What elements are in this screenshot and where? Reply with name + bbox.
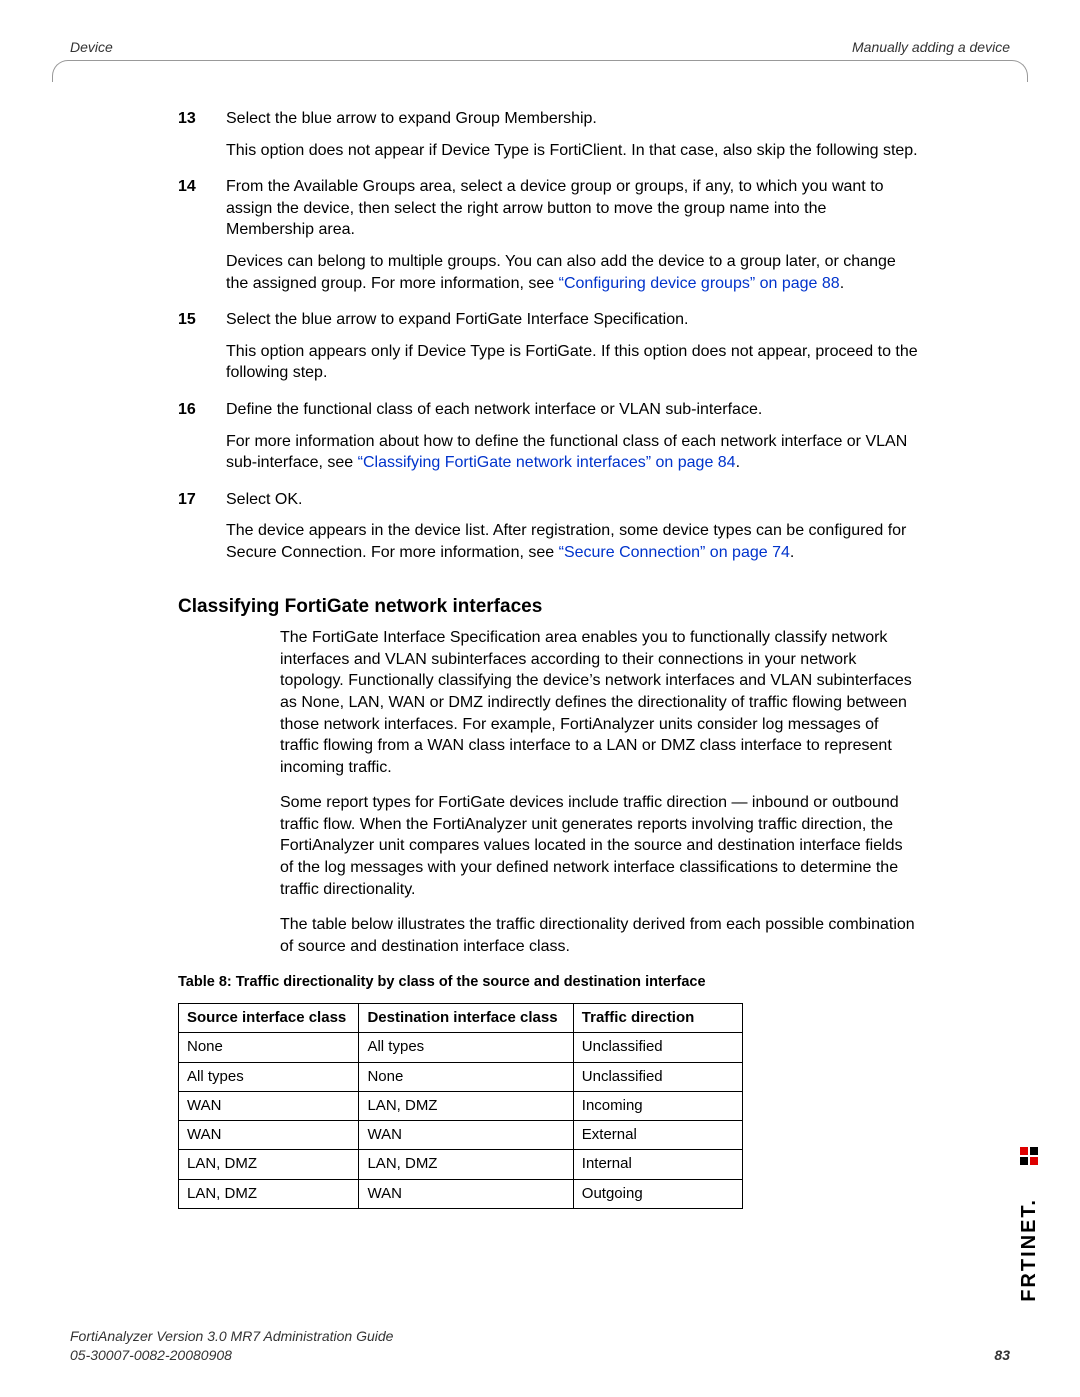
header-left: Device	[70, 38, 113, 57]
step-row: 15Select the blue arrow to expand FortiG…	[178, 309, 918, 394]
brand-logo: FRTINET.	[1018, 1102, 1040, 1302]
step-row: 14From the Available Groups area, select…	[178, 176, 918, 304]
table-row: WANWANExternal	[179, 1121, 743, 1150]
step-paragraph: From the Available Groups area, select a…	[226, 176, 918, 241]
step-paragraph: For more information about how to define…	[226, 431, 918, 474]
step-paragraph: Select OK.	[226, 489, 918, 511]
step-row: 16Define the functional class of each ne…	[178, 399, 918, 484]
table-cell: All types	[179, 1062, 359, 1091]
footer-line1: FortiAnalyzer Version 3.0 MR7 Administra…	[70, 1327, 393, 1346]
step-body: Select the blue arrow to expand Group Me…	[226, 108, 918, 171]
table-header-cell: Source interface class	[179, 1004, 359, 1033]
step-body: Define the functional class of each netw…	[226, 399, 918, 484]
section-paragraph: The table below illustrates the traffic …	[280, 914, 918, 957]
step-paragraph: The device appears in the device list. A…	[226, 520, 918, 563]
table-cell: WAN	[179, 1121, 359, 1150]
table-cell: LAN, DMZ	[179, 1179, 359, 1208]
step-body: From the Available Groups area, select a…	[226, 176, 918, 304]
table-cell: All types	[359, 1033, 573, 1062]
table-caption: Table 8: Traffic directionality by class…	[178, 973, 810, 993]
header-right: Manually adding a device	[852, 38, 1010, 57]
table-cell: Internal	[573, 1150, 742, 1179]
step-body: Select the blue arrow to expand FortiGat…	[226, 309, 918, 394]
table-cell: External	[573, 1121, 742, 1150]
table-header-cell: Traffic direction	[573, 1004, 742, 1033]
step-paragraph: Select the blue arrow to expand Group Me…	[226, 108, 918, 130]
table-cell: WAN	[359, 1179, 573, 1208]
cross-reference-link[interactable]: “Classifying FortiGate network interface…	[358, 454, 736, 471]
step-body: Select OK. The device appears in the devi…	[226, 489, 918, 574]
step-paragraph: This option does not appear if Device Ty…	[226, 140, 918, 162]
footer-line2: 05-30007-0082-20080908	[70, 1346, 393, 1365]
section-body: The FortiGate Interface Specification ar…	[280, 627, 918, 957]
table-row: LAN, DMZWANOutgoing	[179, 1179, 743, 1208]
table-cell: LAN, DMZ	[179, 1150, 359, 1179]
table-cell: LAN, DMZ	[359, 1150, 573, 1179]
table-cell: Outgoing	[573, 1179, 742, 1208]
step-number: 13	[178, 108, 226, 171]
step-paragraph: Devices can belong to multiple groups. Y…	[226, 251, 918, 294]
cross-reference-link[interactable]: “Secure Connection” on page 74	[559, 544, 790, 561]
step-row: 13Select the blue arrow to expand Group …	[178, 108, 918, 171]
step-number: 14	[178, 176, 226, 304]
main-content: 13Select the blue arrow to expand Group …	[178, 108, 918, 1223]
step-number: 17	[178, 489, 226, 574]
table-cell: None	[359, 1062, 573, 1091]
header-divider	[52, 60, 1028, 82]
step-paragraph: Define the functional class of each netw…	[226, 399, 918, 421]
table-cell: LAN, DMZ	[359, 1091, 573, 1120]
table-cell: Incoming	[573, 1091, 742, 1120]
table-cell: WAN	[359, 1121, 573, 1150]
step-paragraph: This option appears only if Device Type …	[226, 341, 918, 384]
section-paragraph: Some report types for FortiGate devices …	[280, 792, 918, 900]
traffic-table: Source interface classDestination interf…	[178, 1003, 743, 1209]
step-number: 15	[178, 309, 226, 394]
table-cell: Unclassified	[573, 1062, 742, 1091]
table-row: WANLAN, DMZIncoming	[179, 1091, 743, 1120]
table-row: All typesNoneUnclassified	[179, 1062, 743, 1091]
step-row: 17Select OK. The device appears in the de…	[178, 489, 918, 574]
table-row: NoneAll typesUnclassified	[179, 1033, 743, 1062]
step-number: 16	[178, 399, 226, 484]
cross-reference-link[interactable]: “Configuring device groups” on page 88	[559, 275, 840, 292]
table-cell: None	[179, 1033, 359, 1062]
page-number: 83	[994, 1346, 1010, 1365]
page-footer: FortiAnalyzer Version 3.0 MR7 Administra…	[70, 1327, 1010, 1365]
table-header-cell: Destination interface class	[359, 1004, 573, 1033]
section-paragraph: The FortiGate Interface Specification ar…	[280, 627, 918, 778]
section-heading: Classifying FortiGate network interfaces	[178, 594, 918, 620]
table-cell: WAN	[179, 1091, 359, 1120]
table-row: LAN, DMZLAN, DMZInternal	[179, 1150, 743, 1179]
step-paragraph: Select the blue arrow to expand FortiGat…	[226, 309, 918, 331]
table-cell: Unclassified	[573, 1033, 742, 1062]
